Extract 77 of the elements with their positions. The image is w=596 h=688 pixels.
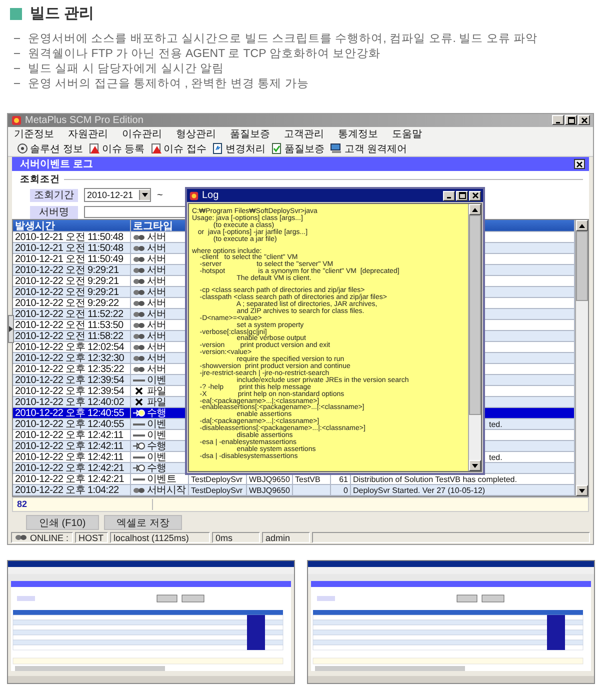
table-cell: 2010-12-22 오후 12:42:21	[15, 474, 124, 484]
table-cell: 이벤	[147, 419, 166, 429]
table-cell: 서버	[147, 232, 166, 242]
table-cell: 2010-12-22 오후 12:40:55	[15, 408, 124, 418]
status-text: ONLINE :	[30, 532, 69, 542]
table-cell: 서버	[147, 276, 166, 286]
table-cell: 2010-12-22 오전 9:29:22	[15, 298, 119, 308]
status-text: HOST	[74, 532, 108, 543]
table-cell: 2010-12-21 오전 11:50:48	[15, 232, 124, 242]
table-cell: 2010-12-22 오전 9:29:21	[15, 265, 119, 275]
table-cell: 서버	[147, 287, 166, 297]
table-cell: 2010-12-22 오후 12:40:55	[15, 419, 124, 429]
table-cell: 서버	[147, 320, 166, 330]
table-cell: 파일	[147, 386, 166, 396]
table-cell: 서버	[147, 243, 166, 253]
group-label: 조회조건	[20, 173, 60, 186]
table-cell: ted.	[489, 452, 502, 462]
status-text: localhost (1125ms)	[110, 532, 210, 543]
table-cell: 수행	[147, 463, 166, 473]
table-cell: 서버	[147, 309, 166, 319]
table-cell: 2010-12-22 오후 1:04:22	[15, 485, 119, 495]
section-title: 빌드 관리	[30, 4, 94, 23]
range-separator: ~	[157, 190, 163, 200]
count-field: 82	[13, 499, 153, 510]
table-cell: 이벤	[147, 375, 166, 385]
table-cell: 이벤	[147, 452, 166, 462]
table-cell: 2010-12-22 오후 12:32:30	[15, 353, 124, 363]
table-cell: 2010-12-22 오후 12:42:11	[15, 452, 124, 462]
table-cell: WBJQ9650	[249, 485, 290, 495]
table-cell: TestVB	[295, 474, 320, 484]
field-label: 조회기간	[30, 188, 78, 202]
table-cell: 2010-12-22 오후 12:42:11	[15, 441, 124, 451]
table-cell: 수행	[147, 408, 166, 418]
table-cell: 수행	[147, 441, 166, 451]
status-text: admin	[262, 532, 310, 543]
table-cell: 서버시작	[147, 485, 186, 495]
table-cell: 서버	[147, 265, 166, 275]
bullet-text: 운영서버에 소스를 배포하고 실시간으로 빌드 스크립트를 수행하여, 컴파일 오류. 빌드 오류 파악	[28, 32, 538, 46]
table-cell: WBJQ9650	[249, 474, 290, 484]
table-cell: TestDeploySvr	[191, 485, 243, 495]
table-cell: ted.	[489, 419, 502, 429]
window-title: Log	[202, 190, 219, 201]
window-title: MetaPlus SCM Pro Edition	[25, 114, 144, 126]
status-text: 0ms	[212, 532, 260, 543]
table-cell: 2010-12-22 오전 9:29:21	[15, 276, 119, 286]
table-cell: 2010-12-22 오후 12:35:22	[15, 364, 124, 374]
table-cell: TestDeploySvr	[191, 474, 243, 484]
table-cell: 이벤트	[147, 474, 176, 484]
table-cell: 서버	[147, 298, 166, 308]
table-cell: 2010-12-22 오후 12:39:54	[15, 386, 124, 396]
table-cell: 2010-12-22 오후 12:42:11	[15, 430, 124, 440]
table-cell: Distribution of Solution TestVB has completed.	[353, 474, 517, 484]
panel-title: 서버이벤트 로그	[20, 158, 93, 171]
table-cell: 서버	[147, 331, 166, 341]
table-cell: 2010-12-22 오후 12:42:21	[15, 463, 124, 473]
bullet-text: 운영 서버의 접근을 통제하여 , 완벽한 변경 통제 가능	[28, 77, 309, 91]
table-cell: 서버	[147, 342, 166, 352]
table-cell: DeploySvr Started. Ver 27 (10-05-12)	[353, 485, 486, 495]
table-cell: 2010-12-22 오전 11:58:22	[15, 331, 124, 341]
table-cell: 이벤	[147, 430, 166, 440]
bullet-text: 빌드 실패 시 담당자에게 실시간 알림	[28, 62, 224, 76]
table-cell: 2010-12-22 오후 12:39:54	[15, 375, 124, 385]
table-cell: 2010-12-21 오전 11:50:49	[15, 254, 124, 264]
table-cell: 서버	[147, 254, 166, 264]
table-cell: 2010-12-22 오후 12:40:02	[15, 397, 124, 407]
table-cell: 서버	[147, 353, 166, 363]
table-cell: 2010-12-21 오전 11:50:48	[15, 243, 124, 253]
table-cell: 파일	[147, 397, 166, 407]
table-cell: 서버	[147, 364, 166, 374]
table-cell: 2010-12-22 오후 12:02:54	[15, 342, 124, 352]
table-cell: 2010-12-22 오전 11:53:50	[15, 320, 124, 330]
table-cell: 61	[339, 474, 348, 484]
bullet-text: 원격쉘이나 FTP 가 아닌 전용 AGENT 로 TCP 암호화하여 보안강화	[28, 47, 380, 61]
table-cell: 0	[344, 485, 348, 495]
table-cell: 2010-12-22 오전 9:29:21	[15, 287, 119, 297]
table-cell: 2010-12-22 오전 11:52:22	[15, 309, 124, 319]
field-label: 서버명	[30, 206, 78, 218]
